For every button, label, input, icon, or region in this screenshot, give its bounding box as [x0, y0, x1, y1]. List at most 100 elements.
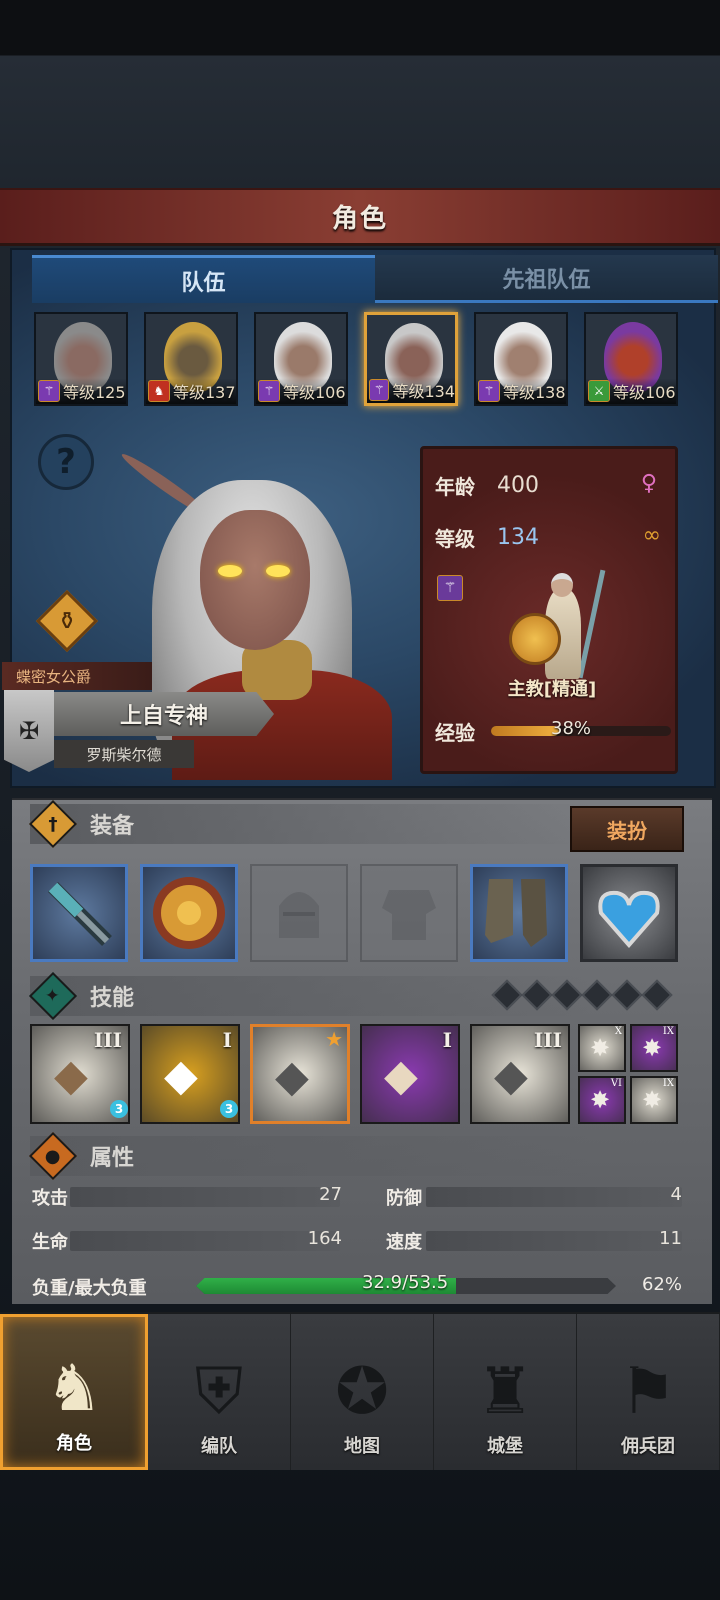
marriage-ring-icon[interactable]: ∞ [643, 523, 661, 548]
attack-value: 27 [319, 1184, 342, 1205]
nav-map[interactable]: ✪ 地图 [291, 1314, 434, 1470]
skill-point-icon [581, 979, 613, 1011]
level-label: 等级125 [63, 383, 126, 402]
passive-skill-slot[interactable]: ✸ X [578, 1024, 626, 1072]
load-label: 负重/最大负重 [32, 1278, 147, 1299]
mace-icon [48, 882, 112, 946]
staff-strike-icon: ✸ [590, 1086, 611, 1114]
nav-castle[interactable]: ♜ 城堡 [434, 1314, 577, 1470]
speed-value: 11 [659, 1228, 682, 1249]
party-roster: ⚚ 等级125 ♞ 等级137 ⚚ 等级106 ⚚ 等级134 ⚚ 等级138 ⚔ 等级106 [34, 312, 714, 408]
star-icon: ★ [325, 1027, 343, 1051]
sword-icon: ⚔ [588, 380, 610, 402]
class-name: 主教[精通] [507, 679, 597, 700]
horse-icon: ♞ [148, 380, 170, 402]
level-label: 等级106 [613, 383, 676, 402]
help-button[interactable]: ? [38, 434, 94, 490]
skill-point-icon [611, 979, 643, 1011]
equip-slot-boots[interactable] [470, 864, 568, 962]
passive-skill-slot[interactable]: ✸ IX [630, 1024, 678, 1072]
nav-character[interactable]: ♞ 角色 [0, 1314, 148, 1470]
skill-slot[interactable]: ◆ ★ [250, 1024, 350, 1124]
equipment-header: † 装备 [28, 799, 590, 849]
burst-icon: ✸ [590, 1034, 611, 1062]
crystal-hand-icon: ◆ [384, 1050, 418, 1101]
burst-icon: ✸ [642, 1034, 663, 1062]
skill-rank: I [222, 1028, 232, 1052]
level-row: ⚚ 等级134 [367, 377, 455, 403]
skill-point-icon [641, 979, 673, 1011]
exp-bar: 38% [491, 718, 671, 739]
potion-icon: ⚱ [56, 607, 78, 635]
cross-icon: † [28, 799, 78, 849]
skill-rank: III [93, 1028, 122, 1052]
compass-map-icon: ✪ [335, 1355, 389, 1429]
potion-button[interactable]: ⚱ [35, 589, 99, 653]
roster-portrait[interactable]: ⚚ 等级134 [364, 312, 458, 406]
sanctuary-icon: ◆ [275, 1051, 309, 1102]
roster-portrait[interactable]: ⚚ 等级106 [254, 312, 348, 406]
dress-up-button[interactable]: 装扮 [570, 806, 684, 852]
skill-slot[interactable]: ◆ III 3 [30, 1024, 130, 1124]
faction-banner-icon: ✠ [4, 690, 54, 772]
level-label: 等级137 [173, 383, 236, 402]
question-icon: ? [56, 442, 76, 482]
helmet-icon [279, 892, 319, 938]
hp-value: 164 [307, 1228, 342, 1249]
level-value: 134 [497, 525, 539, 550]
nav-mercenary[interactable]: ⚑ 佣兵团 [577, 1314, 720, 1470]
faith-plate: 上自专神 [54, 692, 274, 736]
skill-charge-badge: 3 [110, 1100, 128, 1118]
skill-rank: I [442, 1028, 452, 1052]
roster-portrait[interactable]: ⚔ 等级106 [584, 312, 678, 406]
skill-slot[interactable]: ◆ I [360, 1024, 460, 1124]
nav-label: 城堡 [487, 1436, 523, 1457]
nav-formation[interactable]: ⛨ 编队 [148, 1314, 291, 1470]
app-root: 角色 队伍 先祖队伍 ⚚ 等级125 ♞ 等级137 ⚚ 等级106 ⚚ 等级134 ⚚ 等级13… [0, 0, 720, 1600]
skill-slots: ◆ III 3 ◆ I 3 ◆ ★ ◆ I ◆ III ✸ X ✸ IX ✸ VI ✸ IX [30, 1024, 690, 1124]
passive-skill-slot[interactable]: ✸ IX [630, 1076, 678, 1124]
level-row: 等级 134 [435, 523, 539, 552]
roster-portrait[interactable]: ♞ 等级137 [144, 312, 238, 406]
experience-row: 经验 38% [435, 718, 671, 745]
boots-icon [485, 879, 547, 947]
attributes-title: 属性 [90, 1146, 135, 1171]
staff-icon: ⚚ [369, 379, 390, 401]
skill-rank: IX [662, 1078, 674, 1089]
castle-icon: ♜ [476, 1355, 534, 1429]
level-row: ⚚ 等级125 [36, 378, 126, 404]
bishop-class-figure [507, 569, 607, 689]
equip-slot-shield[interactable] [140, 864, 238, 962]
roster-portrait[interactable]: ⚚ 等级138 [474, 312, 568, 406]
attributes-header: ● 属性 [28, 1131, 590, 1181]
level-label: 等级138 [503, 383, 566, 402]
nav-label: 角色 [56, 1433, 92, 1454]
exp-bar-fill [491, 726, 560, 736]
heart-amulet-icon [598, 890, 660, 949]
defense-value: 4 [670, 1184, 682, 1205]
skill-rank: IX [662, 1026, 674, 1037]
tab-party[interactable]: 队伍 [32, 255, 375, 303]
nobility-title: 蝶密女公爵 [2, 662, 152, 690]
equip-slot-weapon[interactable] [30, 864, 128, 962]
skill-slot[interactable]: ◆ III [470, 1024, 570, 1124]
roster-portrait[interactable]: ⚚ 等级125 [34, 312, 128, 406]
equip-slot-armor[interactable] [360, 864, 458, 962]
screen-title: 角色 [331, 204, 388, 234]
level-row: ⚚ 等级106 [256, 378, 346, 404]
bottom-navigation: ♞ 角色 ⛨ 编队 ✪ 地图 ♜ 城堡 ⚑ 佣兵团 [0, 1312, 720, 1470]
screen-header: 角色 [0, 188, 720, 246]
tab-ancestor-party[interactable]: 先祖队伍 [375, 255, 718, 303]
hero-eye-right [266, 565, 290, 577]
hero-info-card: 年龄 400 ♀ 等级 134 ∞ ⚚ 主教[精通] 经验 38% [420, 446, 678, 774]
hero-face [200, 510, 310, 650]
bishop-staff [577, 569, 606, 679]
equipment-slots [30, 864, 690, 962]
passive-skill-slot[interactable]: ✸ VI [578, 1076, 626, 1124]
female-icon: ♀ [640, 471, 657, 496]
level-label: 等级134 [392, 382, 455, 401]
equip-slot-helmet[interactable] [250, 864, 348, 962]
character-panel: 队伍 先祖队伍 ⚚ 等级125 ♞ 等级137 ⚚ 等级106 ⚚ 等级134 ⚚ 等级138 ⚔ 等… [2, 248, 718, 788]
equip-slot-necklace[interactable] [580, 864, 678, 962]
skill-slot[interactable]: ◆ I 3 [140, 1024, 240, 1124]
